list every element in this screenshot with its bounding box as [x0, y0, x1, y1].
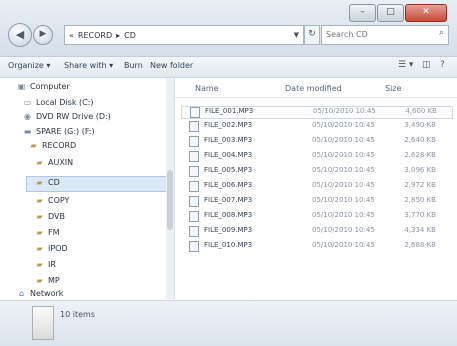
forward-button[interactable]: ▶: [33, 25, 53, 45]
address-dropdown-icon[interactable]: ▼: [294, 31, 299, 39]
column-header-date[interactable]: Date modified: [285, 84, 342, 93]
audio-file-icon: [189, 121, 199, 132]
file-row[interactable]: FILE_001.MP3 05/10/2010 10:45 4,600 KB: [181, 106, 453, 119]
forward-arrow-icon: ▶: [39, 29, 47, 39]
column-header-name[interactable]: Name: [195, 84, 219, 93]
title-bar: – □ ✕ ◀ ▶ « RECORD ▸ CD ▼ ↻ ⌕: [0, 0, 457, 57]
search-box[interactable]: ⌕: [321, 25, 449, 45]
file-row[interactable]: FILE_007.MP3 05/10/2010 10:45 2,850 KB: [181, 196, 451, 207]
share-with-menu[interactable]: Share with ▾: [64, 61, 113, 70]
sidebar-item-copy[interactable]: ▰ COPY: [34, 196, 69, 205]
audio-file-icon: [190, 107, 200, 118]
folder-icon: ▰: [36, 244, 43, 253]
help-icon[interactable]: ?: [440, 60, 445, 70]
network-icon: ⌂: [18, 289, 25, 298]
computer-icon: ▣: [17, 82, 26, 91]
folder-icon: ▰: [36, 212, 43, 221]
audio-file-icon: [189, 151, 199, 162]
sidebar-item-local-disk[interactable]: ▭ Local Disk (C:): [22, 98, 94, 107]
file-row[interactable]: FILE_008.MP3 05/10/2010 10:45 3,770 KB: [181, 211, 451, 222]
breadcrumb-record[interactable]: RECORD: [78, 31, 112, 40]
audio-file-icon: [189, 241, 199, 252]
file-row[interactable]: FILE_005.MP3 05/10/2010 10:45 3,096 KB: [181, 166, 451, 177]
sidebar-item-spare-drive[interactable]: ▬ SPARE (G:) (F:): [22, 127, 95, 136]
sidebar-item-record[interactable]: ▰ RECORD: [28, 141, 76, 150]
address-overflow[interactable]: «: [69, 31, 74, 40]
audio-file-icon: [189, 136, 199, 147]
audio-file-icon: [189, 181, 199, 192]
column-header-size[interactable]: Size: [385, 84, 401, 93]
preview-pane-icon[interactable]: ◫: [422, 60, 431, 70]
item-count: 10 items: [60, 310, 95, 319]
file-row[interactable]: FILE_002.MP3 05/10/2010 10:45 3,490 KB: [181, 121, 451, 132]
audio-file-icon: [189, 196, 199, 207]
details-pane: 10 items: [0, 300, 457, 346]
minimize-button[interactable]: –: [349, 4, 376, 22]
folder-icon: ▰: [36, 158, 43, 167]
sidebar-item-mp[interactable]: ▰ MP: [34, 276, 59, 285]
close-button[interactable]: ✕: [405, 4, 447, 22]
burn-button[interactable]: Burn: [124, 61, 143, 70]
refresh-button[interactable]: ↻: [304, 25, 320, 45]
sidebar-item-ir[interactable]: ▰ IR: [34, 260, 56, 269]
back-arrow-icon: ◀: [15, 28, 25, 41]
sidebar-item-computer[interactable]: ▣ Computer: [16, 82, 70, 91]
search-icon[interactable]: ⌕: [439, 28, 444, 38]
header-divider: [175, 97, 457, 98]
folder-preview-icon: [32, 306, 54, 340]
file-row[interactable]: FILE_009.MP3 05/10/2010 10:45 4,334 KB: [181, 226, 451, 237]
file-row[interactable]: FILE_010.MP3 05/10/2010 10:45 2,688 KB: [181, 241, 451, 252]
folder-icon: ▰: [36, 178, 43, 187]
breadcrumb-separator-icon[interactable]: ▸: [116, 31, 120, 40]
view-options-icon[interactable]: ☰ ▾: [398, 60, 413, 70]
file-list: Name Date modified Size FILE_001.MP3 05/…: [175, 78, 457, 299]
sidebar-item-fm[interactable]: ▰ FM: [34, 228, 59, 237]
file-row[interactable]: FILE_004.MP3 05/10/2010 10:45 2,628 KB: [181, 151, 451, 162]
sidebar-item-ipod[interactable]: ▰ IPOD: [34, 244, 67, 253]
sidebar-item-network[interactable]: ⌂ Network: [16, 289, 63, 298]
file-row[interactable]: FILE_003.MP3 05/10/2010 10:45 2,640 KB: [181, 136, 451, 147]
breadcrumb-cd[interactable]: CD: [124, 31, 136, 40]
dvd-drive-icon: ◉: [24, 112, 31, 121]
navigation-pane: ▣ Computer ▭ Local Disk (C:) ◉ DVD RW Drive…: [0, 78, 175, 299]
audio-file-icon: [189, 166, 199, 177]
command-bar: Organize ▾ Share with ▾ Burn New folder …: [0, 57, 457, 78]
window-controls: – □ ✕: [348, 4, 447, 22]
sidebar-item-dvd-drive[interactable]: ◉ DVD RW Drive (D:): [22, 112, 111, 121]
audio-file-icon: [189, 211, 199, 222]
new-folder-button[interactable]: New folder: [150, 61, 193, 70]
folder-icon: ▰: [36, 196, 43, 205]
navigation-scrollbar[interactable]: [166, 78, 174, 299]
sidebar-item-dvb[interactable]: ▰ DVB: [34, 212, 65, 221]
back-button[interactable]: ◀: [8, 23, 32, 47]
maximize-button[interactable]: □: [377, 4, 404, 22]
drive-icon: ▬: [23, 127, 32, 136]
sidebar-item-cd[interactable]: ▰ CD: [34, 178, 59, 187]
file-row[interactable]: FILE_006.MP3 05/10/2010 10:45 2,972 KB: [181, 181, 451, 192]
audio-file-icon: [189, 226, 199, 237]
folder-icon: ▰: [36, 276, 43, 285]
sidebar-item-auxin[interactable]: ▰ AUXIN: [34, 158, 73, 167]
folder-icon: ▰: [30, 141, 37, 150]
folder-icon: ▰: [36, 228, 43, 237]
refresh-icon: ↻: [308, 29, 316, 39]
organize-menu[interactable]: Organize ▾: [8, 61, 50, 70]
explorer-window: – □ ✕ ◀ ▶ « RECORD ▸ CD ▼ ↻ ⌕ Organize ▾…: [0, 0, 457, 346]
scrollbar-thumb[interactable]: [167, 170, 173, 230]
search-input[interactable]: [322, 26, 430, 42]
address-bar[interactable]: « RECORD ▸ CD ▼: [64, 25, 304, 45]
folder-icon: ▰: [36, 260, 43, 269]
drive-icon: ▭: [23, 98, 32, 107]
